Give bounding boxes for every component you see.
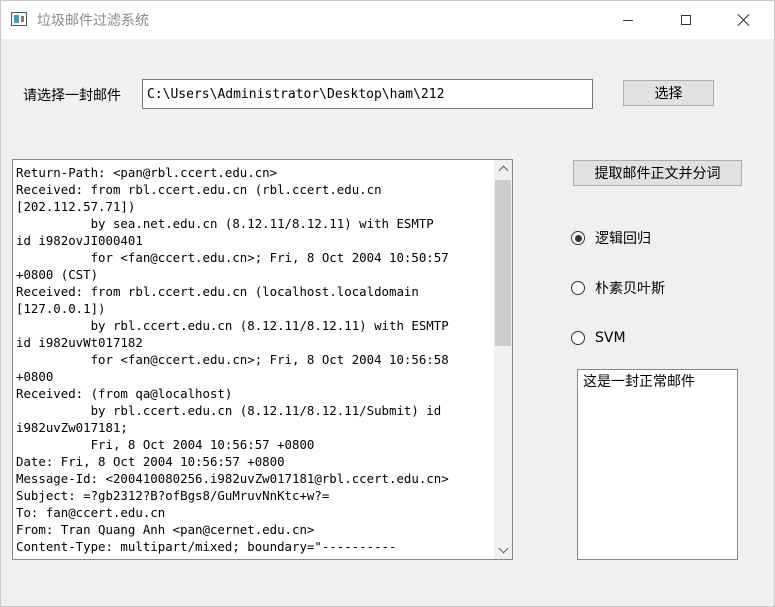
select-button[interactable]: 选择 (623, 80, 714, 106)
chevron-down-icon (498, 543, 508, 554)
scroll-down-button[interactable] (494, 542, 512, 559)
mail-scrollbar[interactable] (494, 160, 512, 559)
radio-label: SVM (595, 330, 626, 346)
radio-svm[interactable]: SVM (571, 329, 626, 347)
main-window: 垃圾邮件过滤系统 请选择一封邮件 选择 Return-Path: <pan@rb… (0, 0, 775, 607)
close-icon (738, 14, 750, 26)
select-mail-label: 请选择一封邮件 (23, 88, 121, 104)
window-title: 垃圾邮件过滤系统 (37, 13, 149, 29)
radio-label: 朴素贝叶斯 (595, 281, 665, 297)
app-icon (11, 12, 27, 26)
result-textbox[interactable]: 这是一封正常邮件 (577, 369, 738, 560)
mail-content-text[interactable]: Return-Path: <pan@rbl.ccert.edu.cn> Rece… (16, 164, 492, 557)
maximize-button[interactable] (663, 1, 709, 39)
scroll-up-button[interactable] (494, 160, 512, 177)
radio-label: 逻辑回归 (595, 231, 651, 247)
file-path-input[interactable] (142, 79, 593, 109)
title-bar: 垃圾邮件过滤系统 (1, 1, 774, 39)
minimize-icon (623, 19, 633, 21)
radio-unchecked-icon (571, 281, 585, 295)
result-text: 这是一封正常邮件 (583, 374, 695, 390)
mail-content-textbox[interactable]: Return-Path: <pan@rbl.ccert.edu.cn> Rece… (12, 159, 513, 560)
minimize-button[interactable] (605, 1, 651, 39)
close-button[interactable] (721, 1, 767, 39)
radio-naive-bayes[interactable]: 朴素贝叶斯 (571, 279, 665, 297)
radio-checked-icon (571, 231, 585, 245)
radio-logistic-regression[interactable]: 逻辑回归 (571, 229, 651, 247)
scroll-thumb[interactable] (495, 180, 511, 346)
radio-unchecked-icon (571, 331, 585, 345)
maximize-icon (681, 15, 691, 25)
chevron-up-icon (498, 165, 508, 176)
extract-and-tokenize-button[interactable]: 提取邮件正文并分词 (573, 160, 742, 186)
